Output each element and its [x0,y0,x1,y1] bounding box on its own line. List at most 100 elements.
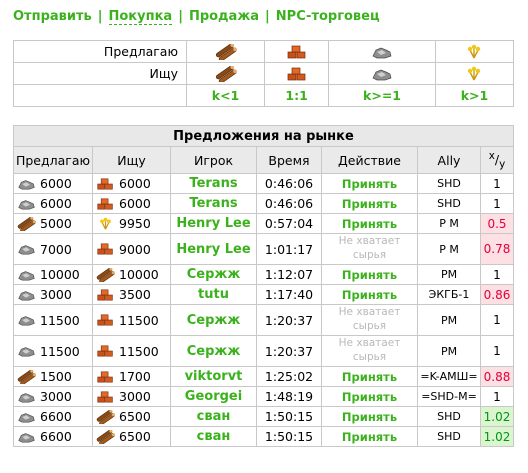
nav-send[interactable]: Отправить [13,9,92,24]
give-cell: 11500 [13,304,93,336]
ratio-value: 0.78 [480,233,514,265]
ally-tag[interactable]: PM [417,335,481,367]
ratio-value: 1 [480,386,514,407]
player-link[interactable]: сван [170,426,257,447]
ratio-value: 1.02 [480,406,514,427]
filter-want-crop[interactable] [434,62,515,85]
ratio-1to1[interactable]: 1:1 [264,84,330,107]
accept-button[interactable]: Принять [321,426,418,447]
ally-tag[interactable]: PM [417,264,481,285]
ally-tag[interactable]: P M [417,213,481,234]
market-row: 6000 6000 Terans 0:46:06 Принять SHD 1 [13,193,514,214]
market-row: 5000 9950 Henry Lee 0:57:04 Принять P M 0.5 [13,213,514,234]
filter-give-crop[interactable] [434,40,515,63]
market-title: Предложения на рынке [13,125,514,147]
insufficient-resources: Не хватает сырья [321,335,418,367]
iron-icon [17,313,36,327]
ally-tag[interactable]: SHD [417,173,481,194]
accept-button[interactable]: Принять [321,213,418,234]
want-cell: 1700 [92,366,171,387]
want-cell: 9950 [92,213,171,234]
ally-tag[interactable]: SHD [417,193,481,214]
give-cell: 5000 [13,213,93,234]
ally-tag[interactable]: SHD [417,406,481,427]
clay-icon [96,177,115,191]
filter-give-iron[interactable] [328,40,436,63]
market-row: 10000 10000 Сержж 1:12:07 Принять PM 1 [13,264,514,285]
give-cell: 6000 [13,193,93,214]
market-row: 6600 6500 сван 1:50:15 Принять SHD 1.02 [13,426,514,447]
give-cell: 1500 [13,366,93,387]
ally-tag[interactable]: P M [417,233,481,265]
filter-want-iron[interactable] [328,62,436,85]
accept-button[interactable]: Принять [321,264,418,285]
market-header-row: Предлагаю Ищу Игрок Время Действие Ally … [13,146,514,174]
player-link[interactable]: Henry Lee [170,213,257,234]
time-remaining: 1:25:02 [256,366,322,387]
clay-icon [286,44,308,60]
accept-button[interactable]: Принять [321,406,418,427]
iron-icon [17,268,36,282]
clay-icon [96,288,115,302]
accept-button[interactable]: Принять [321,193,418,214]
ally-tag[interactable]: PM [417,304,481,336]
crop-icon [463,44,485,60]
market-row: 6000 6000 Terans 0:46:06 Принять SHD 1 [13,173,514,194]
filter-give-clay[interactable] [264,40,330,63]
want-cell: 6500 [92,406,171,427]
accept-button[interactable]: Принять [321,386,418,407]
ratio-gt1[interactable]: k>1 [434,84,515,107]
give-cell: 3000 [13,284,93,305]
crop-icon [463,66,485,82]
insufficient-resources: Не хватает сырья [321,304,418,336]
want-cell: 6000 [92,173,171,194]
col-time: Время [256,146,322,174]
filter-give-wood[interactable] [185,40,266,63]
crop-icon [96,217,115,231]
want-cell: 3000 [92,386,171,407]
nav-npc-trader[interactable]: NPC-торговец [276,9,380,24]
market-row: 1500 1700 viktorvt 1:25:02 Принять =K-АМШ= 0.8… [13,366,514,387]
player-link[interactable]: Henry Lee [170,233,257,265]
accept-button[interactable]: Принять [321,173,418,194]
filter-want-clay[interactable] [264,62,330,85]
clay-icon [96,390,115,404]
iron-icon [17,288,36,302]
accept-button[interactable]: Принять [321,284,418,305]
nav-buy[interactable]: Покупка [108,9,173,25]
player-link[interactable]: Georgei [170,386,257,407]
ally-tag[interactable]: ЭКГБ-1 [417,284,481,305]
col-ratio: x/y [480,146,514,174]
wood-icon [96,409,115,425]
nav-sell[interactable]: Продажа [189,9,259,24]
clay-icon [96,197,115,211]
player-link[interactable]: tutu [170,284,257,305]
filter-want-wood[interactable] [185,62,266,85]
time-remaining: 1:20:37 [256,335,322,367]
ratio-lt1[interactable]: k<1 [185,84,266,107]
player-link[interactable]: Terans [170,193,257,214]
iron-icon [17,410,36,424]
iron-icon [17,430,36,444]
player-link[interactable]: Сержж [170,304,257,336]
player-link[interactable]: Сержж [170,264,257,285]
col-player: Игрок [170,146,257,174]
player-link[interactable]: viktorvt [170,366,257,387]
player-link[interactable]: Сержж [170,335,257,367]
ally-tag[interactable]: =SHD-M= [417,386,481,407]
player-link[interactable]: сван [170,406,257,427]
wood-icon [215,43,237,62]
ally-tag[interactable]: =K-АМШ= [417,366,481,387]
ratio-ge1[interactable]: k>=1 [328,84,436,107]
accept-button[interactable]: Принять [321,366,418,387]
time-remaining: 1:50:15 [256,406,322,427]
wood-icon [17,216,36,232]
time-remaining: 1:01:17 [256,233,322,265]
ratio-value: 0.86 [480,284,514,305]
ratio-value: 1 [480,193,514,214]
time-remaining: 0:46:06 [256,173,322,194]
clay-icon [96,344,115,358]
ally-tag[interactable]: SHD [417,426,481,447]
filter-row-want: Ищу [13,62,515,85]
player-link[interactable]: Terans [170,173,257,194]
